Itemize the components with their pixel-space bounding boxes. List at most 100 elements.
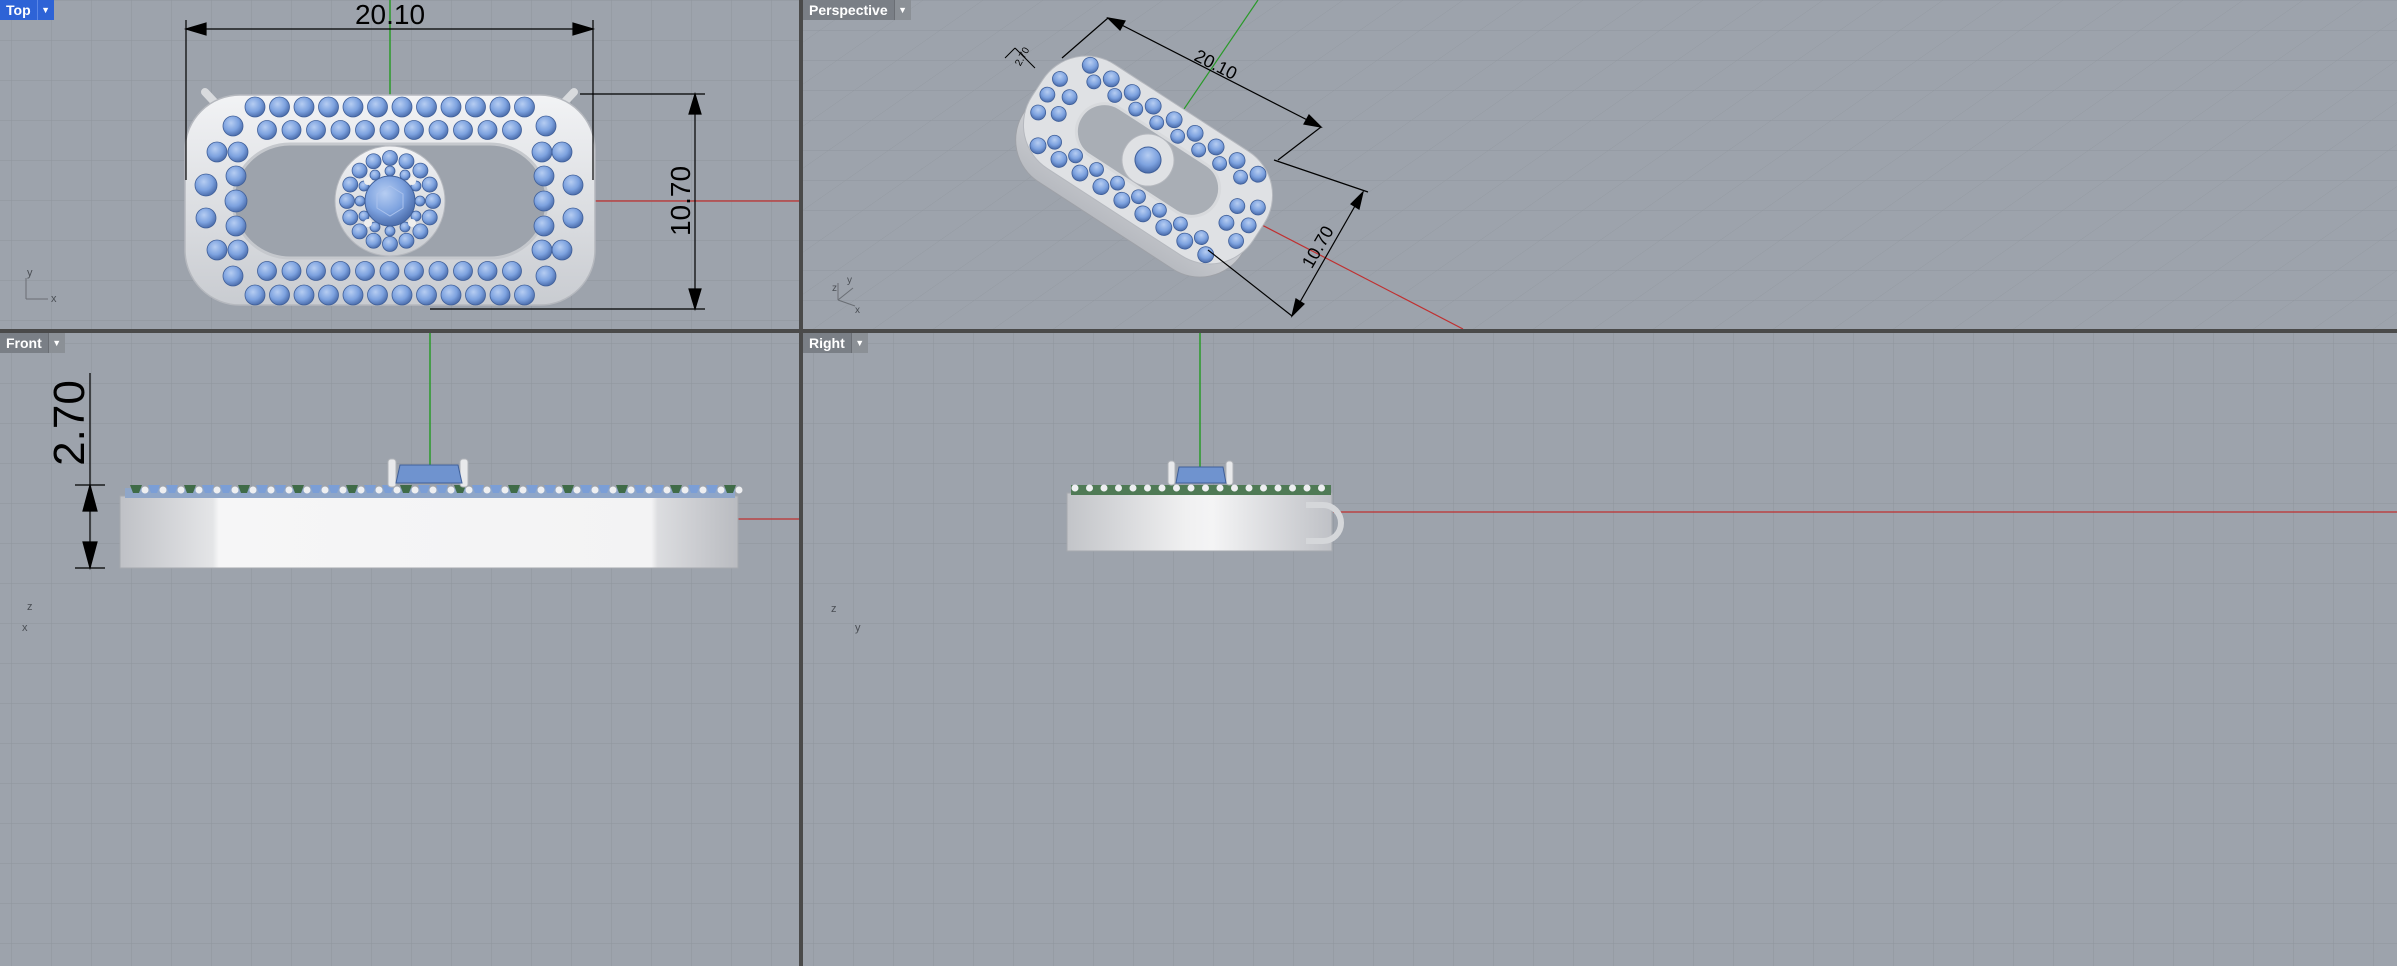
gem-stone [531, 239, 553, 261]
axis-y-label: y [27, 267, 33, 279]
pendant-top[interactable] [184, 88, 596, 306]
prong-bead [537, 486, 545, 494]
gem-stone [404, 261, 424, 281]
prong-bead [375, 486, 383, 494]
gem-stone [533, 190, 555, 212]
gem-stone [391, 96, 413, 118]
gem-stone [535, 265, 557, 287]
gem-stone [342, 284, 364, 306]
prong-bead [393, 486, 401, 494]
viewport-tab-perspective[interactable]: Perspective ▼ [803, 0, 911, 20]
prong-bead [1318, 484, 1325, 492]
gem-stone [354, 195, 366, 207]
viewport-top[interactable]: 20.10 10.70 y x Top ▼ [0, 0, 799, 329]
gem-stone [281, 120, 302, 140]
gem-stone [206, 239, 228, 261]
chevron-down-icon[interactable]: ▼ [36, 0, 54, 20]
gem-stone [355, 120, 375, 140]
gem-stone [551, 239, 573, 261]
prong-bead [195, 486, 203, 494]
prong-bead [1144, 484, 1151, 492]
prong-bead [411, 486, 419, 494]
prong-bead [1100, 484, 1108, 492]
gem-stone [306, 261, 326, 281]
gem-stone [489, 284, 511, 306]
gem-stone [318, 96, 339, 118]
gem-stone [257, 120, 277, 140]
gem-stone [428, 120, 449, 140]
gem-stone [244, 284, 266, 306]
dimension-height-label: 10.70 [665, 166, 696, 236]
prong-bead [339, 486, 347, 494]
gem-stone [351, 162, 368, 179]
chevron-down-icon[interactable]: ▼ [850, 333, 868, 353]
gem-stone [342, 209, 359, 226]
viewport-right[interactable]: z y Right ▼ [803, 333, 2397, 966]
gem-stone [269, 96, 290, 118]
perspective-view-canvas[interactable]: 20.10 10.70 2.70 z y x [803, 0, 2397, 329]
gem-stone [293, 96, 315, 118]
gem-stone [224, 189, 248, 213]
front-view-canvas[interactable]: 2.70 z x [0, 333, 799, 966]
gem-stone [384, 225, 396, 237]
viewport-title: Front [0, 333, 48, 353]
gem-stone [440, 96, 462, 118]
viewport-tab-front[interactable]: Front ▼ [0, 333, 65, 353]
gem-stone [342, 96, 364, 118]
gem-stone [225, 215, 247, 237]
prong-bead [1274, 484, 1282, 492]
top-view-canvas[interactable]: 20.10 10.70 y x [0, 0, 799, 329]
gem-stone [244, 96, 266, 118]
prong-bead [501, 486, 509, 494]
gem-stone [416, 284, 437, 306]
prong-bead [735, 486, 743, 494]
prong-bead [1115, 484, 1122, 492]
prong-bead [1129, 484, 1137, 492]
gem-stone [306, 120, 326, 140]
prong-bead [447, 486, 455, 494]
gem-stone [293, 284, 315, 306]
gem-stone [339, 193, 355, 209]
gem-stone [351, 223, 368, 240]
chevron-down-icon[interactable]: ▼ [893, 0, 911, 20]
viewport-tab-right[interactable]: Right ▼ [803, 333, 868, 353]
axis-y-label: y [855, 622, 861, 634]
prong-bead [141, 486, 149, 494]
viewport-front[interactable]: 2.70 z x Front ▼ [0, 333, 799, 966]
gem-stone [379, 120, 400, 140]
gem-stone [514, 284, 535, 306]
gem-stone [222, 265, 244, 287]
gem-stone [440, 284, 462, 306]
gem-stone [421, 209, 438, 226]
gem-stone [477, 261, 498, 281]
dimension-depth-label: 2.70 [45, 380, 94, 466]
prong-bead [249, 486, 257, 494]
gem-stone [398, 232, 415, 249]
gem-stone [412, 223, 429, 240]
right-view-canvas[interactable]: z y [803, 333, 2397, 966]
dimension-width-label: 20.10 [355, 0, 425, 30]
gem-stone [477, 120, 498, 140]
gem-stone [398, 153, 415, 170]
axis-y-label: y [847, 275, 852, 286]
prong-bead [465, 486, 473, 494]
prong-bead [1086, 484, 1093, 492]
chevron-down-icon[interactable]: ▼ [47, 333, 65, 353]
gem-stone [465, 96, 486, 118]
viewport-perspective[interactable]: 20.10 10.70 2.70 z y x Perspective ▼ [803, 0, 2397, 329]
prong-bead [267, 486, 275, 494]
axis-z-label: z [832, 283, 837, 294]
viewport-title: Perspective [803, 0, 894, 20]
axis-z-label: z [27, 601, 33, 613]
prong-bead [285, 486, 293, 494]
prong-bead [627, 486, 635, 494]
prong-bead [609, 486, 617, 494]
viewport-tab-top[interactable]: Top ▼ [0, 0, 54, 20]
prong-bead [681, 486, 689, 494]
prong-bead [645, 486, 653, 494]
gem-stone [194, 173, 218, 197]
axis-z-label: z [831, 603, 837, 615]
prong-bead [1071, 484, 1079, 492]
gem-stone [391, 284, 413, 306]
viewport-title: Right [803, 333, 851, 353]
